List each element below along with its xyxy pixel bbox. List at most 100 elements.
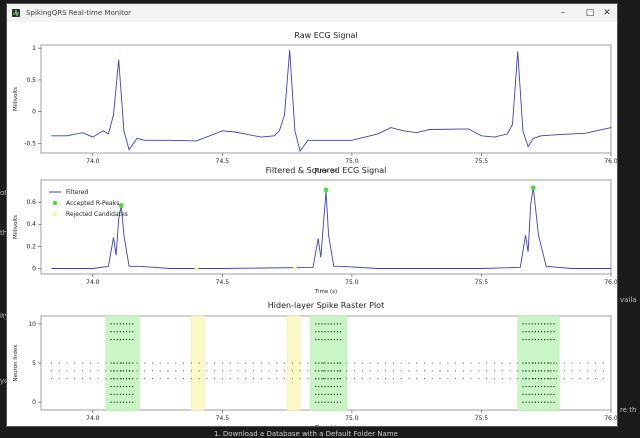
spike-mark <box>245 370 247 372</box>
spike-mark <box>447 370 449 372</box>
spike-mark <box>268 370 270 372</box>
spike-mark <box>532 362 534 364</box>
spike-mark <box>537 393 540 395</box>
spike-mark <box>587 370 589 372</box>
close-icon[interactable]: ✕ <box>599 6 615 20</box>
x-tick-label: 74.5 <box>216 158 230 165</box>
spike-mark <box>455 370 457 372</box>
spike-mark <box>327 331 329 333</box>
spike-mark <box>318 331 320 333</box>
spike-mark <box>74 378 76 380</box>
spike-mark <box>579 378 581 380</box>
spike-mark <box>321 401 323 403</box>
minimize-icon[interactable]: – <box>555 6 571 20</box>
spike-mark <box>221 362 223 364</box>
spike-mark <box>550 331 552 333</box>
spike-mark <box>548 362 550 364</box>
spike-mark <box>525 370 527 372</box>
spike-mark <box>110 393 112 395</box>
spike-mark <box>531 393 533 395</box>
maximize-icon[interactable]: □ <box>582 6 598 20</box>
spike-mark <box>327 386 329 388</box>
spike-mark <box>537 362 540 364</box>
spike-mark <box>198 362 200 364</box>
spike-mark <box>544 331 546 333</box>
spike-mark <box>534 401 536 403</box>
spike-mark <box>175 362 177 364</box>
spike-mark <box>190 378 192 380</box>
spike-mark <box>478 378 480 380</box>
spike-mark <box>119 378 121 380</box>
spike-mark <box>340 362 342 364</box>
spike-mark <box>113 331 115 333</box>
spike-mark <box>260 362 262 364</box>
spike-mark <box>126 393 128 395</box>
spike-mark <box>587 378 589 380</box>
spike-mark <box>126 370 128 372</box>
spike-mark <box>340 378 342 380</box>
spike-mark <box>198 370 200 372</box>
app-window[interactable]: SpikingQRS Real-time Monitor – □ ✕ Raw E… <box>6 3 618 427</box>
spike-mark <box>595 378 596 380</box>
spike-mark <box>470 362 472 364</box>
spike-mark <box>517 378 519 380</box>
spike-mark <box>330 370 332 372</box>
x-tick-label: 75.0 <box>345 279 359 286</box>
spike-mark <box>136 362 138 364</box>
spike-mark <box>522 393 524 395</box>
spike-mark <box>531 339 533 341</box>
spike-mark <box>541 401 543 403</box>
spike-mark <box>528 378 530 380</box>
spike-mark <box>361 362 363 364</box>
spike-mark <box>315 323 317 325</box>
spike-mark <box>550 401 552 403</box>
spike-mark <box>336 386 338 388</box>
spike-mark <box>544 378 546 380</box>
spike-mark <box>528 362 530 364</box>
spike-mark <box>321 331 323 333</box>
spike-mark <box>522 401 524 403</box>
spike-mark <box>159 362 161 364</box>
spike-mark <box>556 370 558 372</box>
spike-mark <box>547 401 549 403</box>
spike-mark <box>307 378 309 380</box>
spike-mark <box>556 378 558 380</box>
spike-mark <box>547 393 549 395</box>
x-tick-label: 76.0 <box>604 279 617 286</box>
spike-mark <box>330 401 332 403</box>
spike-mark <box>522 362 524 364</box>
spike-mark <box>544 393 546 395</box>
spike-mark <box>336 362 338 364</box>
spike-mark <box>321 339 323 341</box>
spike-mark <box>97 378 99 380</box>
spike-mark <box>58 378 60 380</box>
spike-mark <box>537 378 540 380</box>
title-bar[interactable]: SpikingQRS Real-time Monitor – □ ✕ <box>7 4 617 22</box>
spike-mark <box>553 401 555 403</box>
spike-mark <box>553 323 555 325</box>
spike-mark <box>537 370 540 372</box>
spike-mark <box>541 331 543 333</box>
spike-mark <box>447 362 449 364</box>
spike-mark <box>392 370 394 372</box>
spike-mark <box>324 339 326 341</box>
spike-mark <box>324 393 326 395</box>
spike-mark <box>237 378 239 380</box>
spike-mark <box>333 378 335 380</box>
spike-mark <box>431 370 433 372</box>
spike-mark <box>571 370 573 372</box>
spike-mark <box>119 401 121 403</box>
spike-mark <box>333 401 335 403</box>
spike-mark <box>400 362 402 364</box>
spike-mark <box>291 362 293 364</box>
spike-mark <box>175 378 177 380</box>
spike-mark <box>528 339 530 341</box>
spike-mark <box>547 331 549 333</box>
spike-mark <box>346 378 348 380</box>
spike-mark <box>416 370 418 372</box>
spike-mark <box>144 362 146 364</box>
y-tick-label: 0.5 <box>26 77 36 84</box>
spike-mark <box>318 393 320 395</box>
spike-mark <box>284 378 286 380</box>
spike-mark <box>439 370 441 372</box>
